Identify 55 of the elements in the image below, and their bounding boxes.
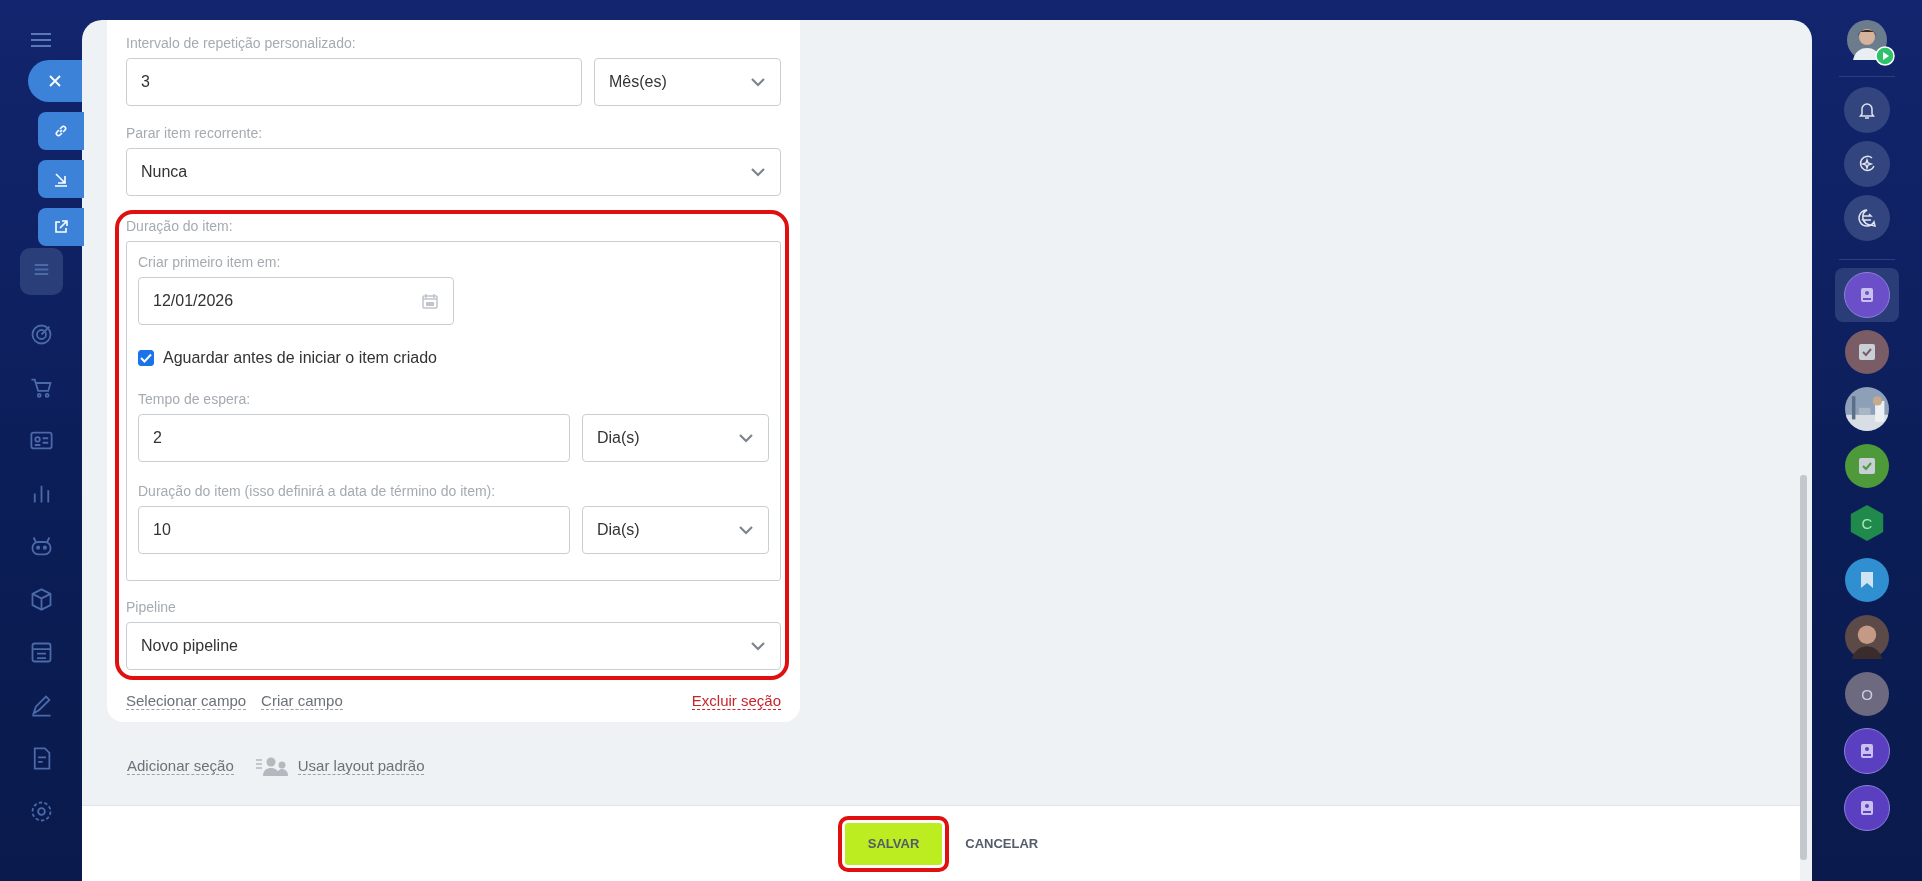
- chevron-down-icon: [750, 77, 766, 87]
- scrollbar[interactable]: [1800, 475, 1807, 860]
- field-label: Duração do item (isso definirá a data de término do item):: [138, 482, 497, 501]
- chevron-down-icon: [750, 641, 766, 651]
- task-icon[interactable]: [1845, 444, 1889, 488]
- cancel-button[interactable]: CANCELAR: [959, 836, 1045, 851]
- contact-icon[interactable]: [1844, 728, 1890, 774]
- link-icon: [53, 123, 69, 139]
- contact-icon[interactable]: [1844, 272, 1890, 318]
- task-icon[interactable]: [1845, 330, 1889, 374]
- open-external-button[interactable]: [38, 208, 84, 246]
- chat-swap-icon[interactable]: [1844, 195, 1890, 241]
- chevron-down-icon: [738, 525, 754, 535]
- chat-entry[interactable]: [1835, 268, 1899, 322]
- save-button[interactable]: SALVAR: [844, 822, 943, 865]
- avatar[interactable]: [1845, 615, 1889, 659]
- checkbox[interactable]: [138, 350, 154, 366]
- delete-link[interactable]: Excluir seção: [691, 692, 781, 710]
- people-icon: [255, 756, 290, 776]
- sidebar-item[interactable]: [19, 248, 63, 295]
- play-icon[interactable]: [1875, 46, 1895, 66]
- unit-select[interactable]: Mês(es): [594, 58, 781, 106]
- sparkle-icon[interactable]: [1844, 141, 1890, 187]
- select-field[interactable]: Nunca: [126, 148, 781, 196]
- field-label: Tempo de espera:: [138, 390, 252, 409]
- date-field[interactable]: 12/01/2026: [138, 277, 454, 325]
- action-link[interactable]: Usar layout padrão: [297, 757, 425, 775]
- bookmark-icon[interactable]: [1845, 558, 1889, 602]
- avatar[interactable]: [1847, 20, 1887, 60]
- unit-select[interactable]: Dia(s): [582, 414, 769, 462]
- group-label: Duração do item:: [126, 217, 234, 236]
- download-button[interactable]: [38, 160, 84, 198]
- action-link[interactable]: Criar campo: [261, 692, 343, 710]
- bell-icon[interactable]: [1844, 87, 1890, 133]
- field-label: Parar item recorrente:: [126, 124, 264, 143]
- input-field[interactable]: 3: [126, 58, 582, 106]
- close-button[interactable]: [28, 60, 82, 102]
- close-icon: [48, 74, 62, 88]
- checkbox-label: Aguardar antes de iniciar o item criado: [163, 349, 437, 367]
- chevron-down-icon: [738, 433, 754, 443]
- action-link[interactable]: Selecionar campo: [126, 692, 247, 710]
- unit-select[interactable]: Dia(s): [582, 506, 769, 554]
- action-link[interactable]: Adicionar seção: [127, 757, 234, 775]
- arrow-down-right-icon: [53, 171, 69, 187]
- external-link-icon: [53, 219, 69, 235]
- menu-icon[interactable]: [30, 32, 52, 48]
- input-field[interactable]: 10: [138, 506, 570, 554]
- input-field[interactable]: 2: [138, 414, 570, 462]
- contact-icon[interactable]: [1844, 785, 1890, 831]
- link-button[interactable]: [38, 112, 84, 150]
- field-label: Pipeline: [126, 598, 177, 617]
- field-label: Intervalo de repetição personalizado:: [126, 34, 357, 53]
- chevron-down-icon: [750, 167, 766, 177]
- field-label: Criar primeiro item em:: [138, 253, 282, 272]
- select-field[interactable]: Novo pipeline: [126, 622, 781, 670]
